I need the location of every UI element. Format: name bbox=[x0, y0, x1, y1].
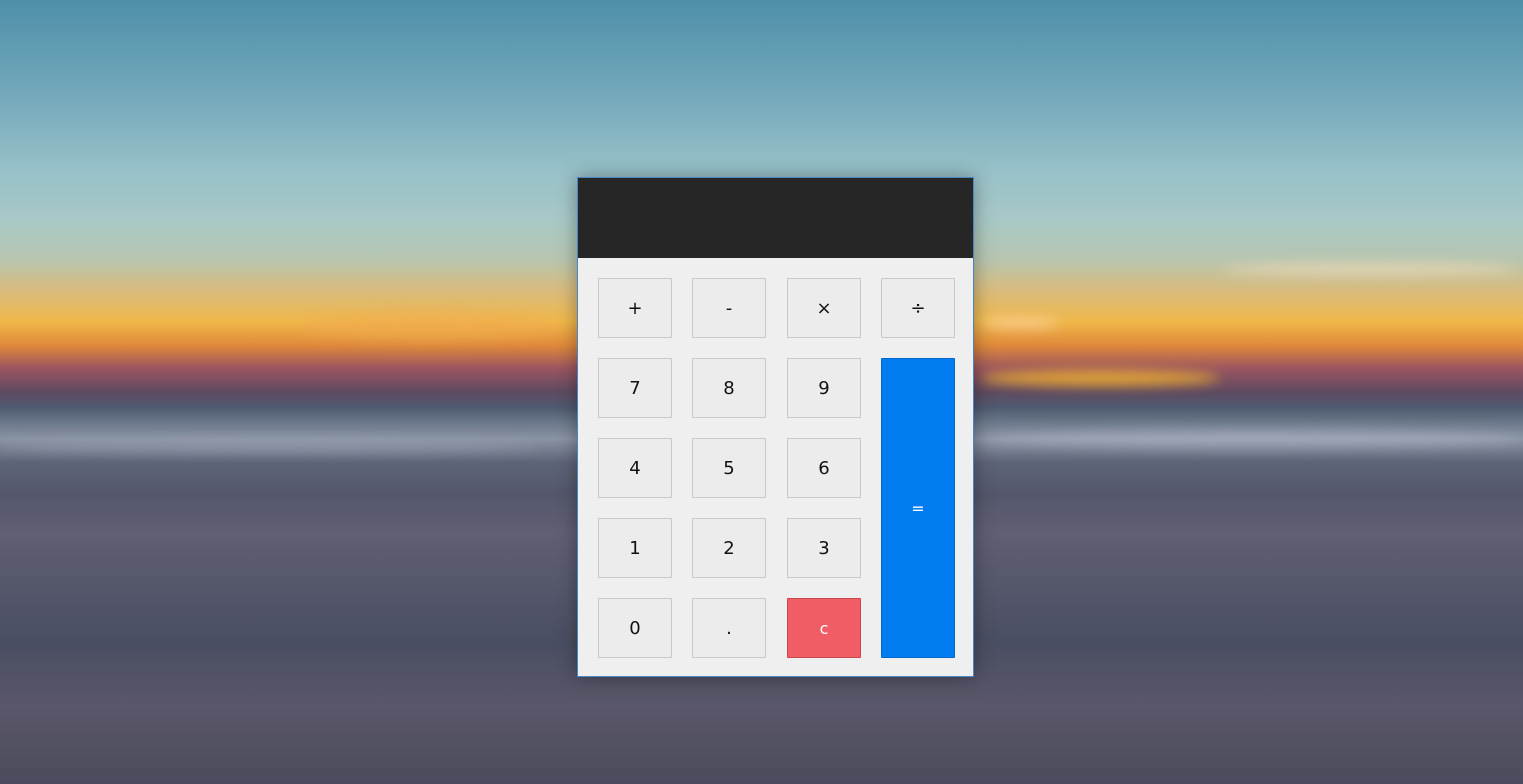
digit-8-button[interactable]: 8 bbox=[692, 358, 766, 418]
digit-4-button[interactable]: 4 bbox=[598, 438, 672, 498]
plus-button[interactable]: + bbox=[598, 278, 672, 338]
decimal-button[interactable]: . bbox=[692, 598, 766, 658]
minus-button[interactable]: - bbox=[692, 278, 766, 338]
cloud-streak bbox=[980, 370, 1220, 386]
digit-5-button[interactable]: 5 bbox=[692, 438, 766, 498]
divide-button[interactable]: ÷ bbox=[881, 278, 955, 338]
cloud-streak bbox=[980, 318, 1060, 328]
wave-streak bbox=[0, 440, 540, 454]
digit-3-button[interactable]: 3 bbox=[787, 518, 861, 578]
digit-2-button[interactable]: 2 bbox=[692, 518, 766, 578]
digit-6-button[interactable]: 6 bbox=[787, 438, 861, 498]
calculator-window: + - × ÷ 7 8 9 = 4 5 6 1 2 3 0 . c bbox=[577, 177, 974, 677]
digit-7-button[interactable]: 7 bbox=[598, 358, 672, 418]
wave-streak bbox=[980, 430, 1523, 448]
digit-1-button[interactable]: 1 bbox=[598, 518, 672, 578]
multiply-button[interactable]: × bbox=[787, 278, 861, 338]
clear-button[interactable]: c bbox=[787, 598, 861, 658]
cloud-streak bbox=[300, 312, 560, 340]
calculator-display bbox=[578, 178, 973, 258]
digit-0-button[interactable]: 0 bbox=[598, 598, 672, 658]
cloud-streak bbox=[1220, 262, 1520, 276]
equals-button[interactable]: = bbox=[881, 358, 955, 658]
digit-9-button[interactable]: 9 bbox=[787, 358, 861, 418]
